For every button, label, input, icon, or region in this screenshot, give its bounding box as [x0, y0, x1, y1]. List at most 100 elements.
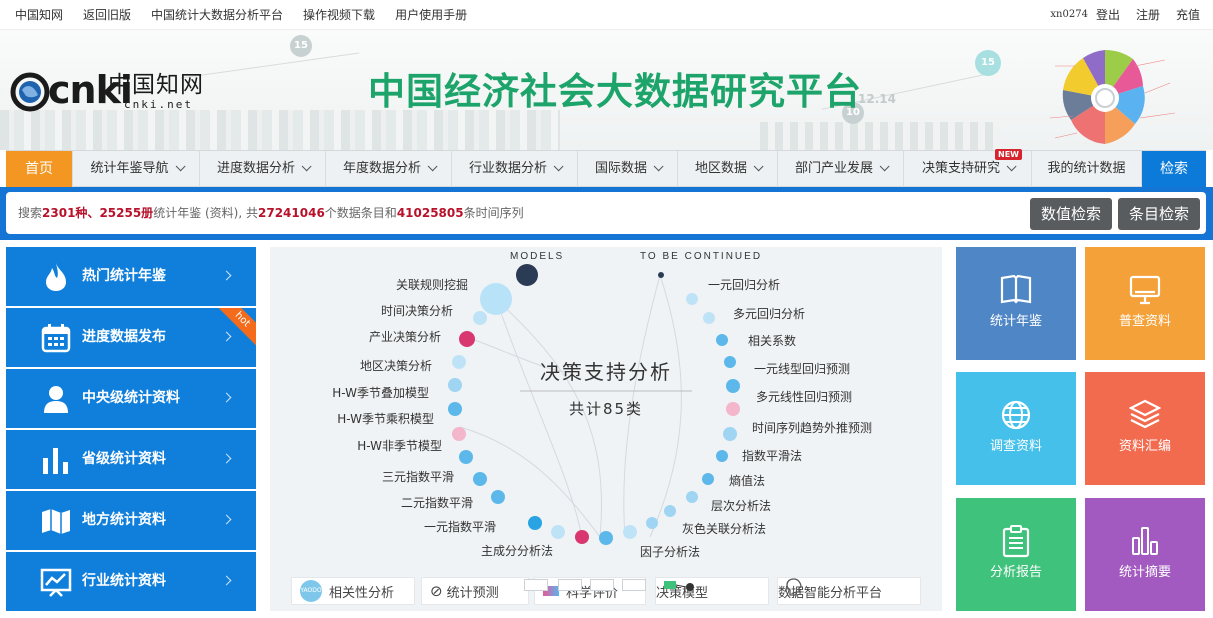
model-dot[interactable]	[686, 491, 698, 503]
model-dot[interactable]	[459, 450, 473, 464]
to-be-continued-label: TO BE CONTINUED	[640, 251, 762, 262]
model-dot[interactable]	[448, 402, 462, 416]
model-dot[interactable]	[491, 490, 505, 504]
link-user-manual[interactable]: 用户使用手册	[395, 0, 467, 30]
model-label[interactable]: 熵值法	[729, 473, 765, 488]
tile-statistical-yearbook[interactable]: 统计年鉴	[956, 247, 1076, 360]
model-dot[interactable]	[473, 311, 487, 325]
model-dot[interactable]	[551, 525, 565, 539]
model-dot[interactable]	[448, 378, 462, 392]
model-label[interactable]: 一元回归分析	[708, 278, 780, 292]
tile-label: 调查资料	[989, 439, 1042, 454]
person-icon	[44, 386, 68, 413]
recharge-link[interactable]: 充值	[1176, 0, 1200, 30]
nav-annual-analysis[interactable]: 年度数据分析	[326, 151, 452, 187]
cnki-logo[interactable]: cnki 中国知网 cnki.net	[8, 68, 218, 114]
model-label[interactable]: 指数平滑法	[742, 448, 802, 463]
data-intelligence-platform-button[interactable]: 数据智能分析平台	[777, 577, 921, 605]
model-label[interactable]: 二元指数平滑	[401, 495, 473, 510]
chevron-down-icon	[427, 161, 438, 172]
sidebar-item-central-data[interactable]: 中央级统计资料	[6, 369, 256, 428]
model-dot[interactable]	[646, 517, 658, 529]
nav-progress-analysis[interactable]: 进度数据分析	[200, 151, 326, 187]
model-label[interactable]: 相关系数	[748, 333, 796, 348]
models-dot	[516, 264, 538, 286]
model-label[interactable]: H-W季节叠加模型	[332, 386, 429, 400]
model-dot[interactable]	[703, 312, 715, 324]
nav-regional-data[interactable]: 地区数据	[678, 151, 778, 187]
banner-rose-chart-icon	[1049, 49, 1176, 144]
nav-international-data[interactable]: 国际数据	[578, 151, 678, 187]
model-label[interactable]: 一元线型回归预测	[754, 362, 850, 376]
summary-mid2: 个数据条目和	[324, 206, 397, 220]
model-dot[interactable]	[623, 525, 637, 539]
nav-search-button[interactable]: 检索	[1142, 151, 1206, 187]
tile-survey-data[interactable]: 调查资料	[956, 372, 1076, 485]
model-dot[interactable]	[473, 472, 487, 486]
tile-data-compilation[interactable]: 资料汇编	[1085, 372, 1205, 485]
register-link[interactable]: 注册	[1136, 0, 1160, 30]
model-label[interactable]: 因子分析法	[640, 545, 700, 559]
model-label[interactable]: H-W季节乘积模型	[337, 412, 434, 426]
decision-model-button[interactable]: 决策模型	[655, 577, 769, 605]
sidebar-item-local-data[interactable]: 地方统计资料	[6, 491, 256, 550]
sidebar-item-industry-data[interactable]: 行业统计资料	[6, 552, 256, 611]
summary-prefix: 搜索	[18, 206, 43, 220]
model-label[interactable]: 关联规则挖掘	[396, 277, 468, 292]
model-label[interactable]: 时间决策分析	[381, 304, 453, 318]
link-old-version[interactable]: 返回旧版	[83, 0, 131, 30]
model-label[interactable]: 产业决策分析	[369, 330, 441, 344]
sidebar-item-hot-yearbooks[interactable]: 热门统计年鉴	[6, 247, 256, 306]
nav-my-statistics[interactable]: 我的统计数据	[1032, 151, 1142, 187]
logout-link[interactable]: 登出	[1096, 0, 1120, 30]
chevron-right-icon	[221, 331, 232, 342]
model-label[interactable]: H-W非季节模型	[357, 439, 442, 453]
model-dot[interactable]	[716, 334, 728, 346]
nav-department-industry[interactable]: 部门产业发展	[778, 151, 904, 187]
tile-statistical-abstract[interactable]: 统计摘要	[1085, 498, 1205, 611]
page-title: 中国经济社会大数据研究平台	[368, 70, 862, 113]
model-dot[interactable]	[664, 505, 676, 517]
link-video-download[interactable]: 操作视频下载	[303, 0, 375, 30]
model-dot[interactable]	[716, 450, 728, 462]
model-dot[interactable]	[459, 331, 475, 347]
model-dot[interactable]	[702, 473, 714, 485]
link-big-data-platform[interactable]: 中国统计大数据分析平台	[151, 0, 283, 30]
model-dot[interactable]	[726, 402, 740, 416]
model-label[interactable]: 灰色关联分析法	[682, 522, 766, 536]
sidebar-item-provincial-data[interactable]: 省级统计资料	[6, 430, 256, 489]
model-label[interactable]: 三元指数平滑	[382, 469, 454, 484]
statistical-forecast-button[interactable]: ⊘ 统计预测	[421, 577, 529, 605]
nav-industry-analysis[interactable]: 行业数据分析	[452, 151, 578, 187]
nav-decision-support[interactable]: 决策支持研究 NEW	[904, 149, 1032, 187]
model-dot[interactable]	[452, 355, 466, 369]
correlation-analysis-button[interactable]: YAODO 相关性分析	[291, 577, 415, 605]
model-label[interactable]: 时间序列趋势外推预测	[752, 420, 872, 435]
model-dot[interactable]	[726, 379, 740, 393]
model-label[interactable]: 多元线性回归预测	[756, 390, 852, 404]
value-search-button[interactable]: 数值检索	[1030, 198, 1112, 230]
sidebar-item-progress-release[interactable]: 进度数据发布 hot	[6, 308, 256, 367]
model-label[interactable]: 地区决策分析	[360, 359, 432, 373]
model-dot[interactable]	[686, 293, 698, 305]
model-dot[interactable]	[528, 516, 542, 530]
header-banner: 15 10 15 12.14 cnki 中国知网 cnki.net 中国经济社会…	[0, 30, 1213, 150]
model-dot[interactable]	[723, 427, 737, 441]
nav-yearbook-navigation[interactable]: 统计年鉴导航	[73, 151, 200, 187]
model-dot[interactable]	[575, 530, 589, 544]
entry-search-button[interactable]: 条目检索	[1118, 198, 1200, 230]
model-dot[interactable]	[599, 531, 613, 545]
tile-census-data[interactable]: 普查资料	[1085, 247, 1205, 360]
summary-series: 41025805	[396, 206, 464, 220]
model-dot[interactable]	[452, 427, 466, 441]
model-label[interactable]: 多元回归分析	[733, 307, 805, 321]
model-label[interactable]: 主成分分析法	[481, 544, 553, 558]
model-label[interactable]: 层次分析法	[711, 499, 771, 513]
nav-home[interactable]: 首页	[6, 151, 73, 187]
search-box[interactable]: 搜索2301种、25255册统计年鉴 (资料), 共27241046个数据条目和…	[6, 192, 1206, 234]
model-dot[interactable]	[480, 283, 512, 315]
tile-analysis-report[interactable]: 分析报告	[956, 498, 1076, 611]
model-dot[interactable]	[724, 356, 736, 368]
model-label[interactable]: 一元指数平滑	[424, 519, 496, 534]
link-cnki[interactable]: 中国知网	[15, 0, 63, 30]
